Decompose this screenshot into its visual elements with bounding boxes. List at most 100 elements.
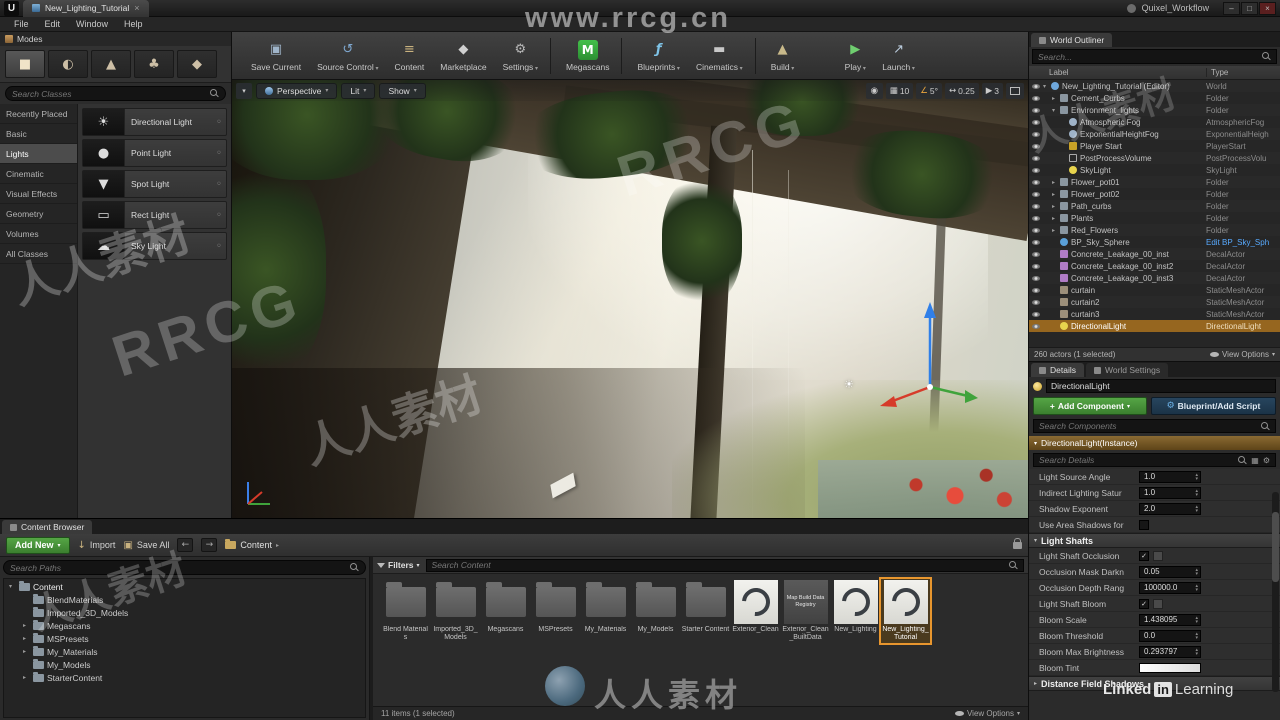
filters-button[interactable]: Filters ▾ [377,560,420,570]
add-new-button[interactable]: Add New ▾ [6,536,70,554]
tab-world-settings[interactable]: World Settings [1085,363,1169,377]
light-actor-item[interactable]: ☀ Directional Light ◦ [82,108,227,136]
landscape-mode-icon[interactable]: ▲ [91,50,131,78]
viewport-options-dropdown[interactable]: ▾ [236,82,252,99]
outliner-row[interactable]: curtain StaticMeshActor [1029,284,1280,296]
column-label[interactable]: Label [1029,68,1206,77]
close-button[interactable]: × [1259,1,1276,15]
search-content-input[interactable] [431,560,1005,570]
light-actor-item[interactable]: ☁ Sky Light ◦ [82,232,227,260]
visibility-eye-icon[interactable] [1029,132,1043,137]
visibility-eye-icon[interactable] [1029,252,1043,257]
grid-snap-toggle[interactable]: ▦ 10 [885,82,914,99]
asset-tile[interactable]: My_Materials [581,579,630,643]
rotation-snap-toggle[interactable]: ∠ 5° [916,82,943,99]
folder-tree-item[interactable]: My_Materials [4,645,365,658]
drag-handle-icon[interactable]: ◦ [212,241,226,252]
numeric-field[interactable]: 0.0 ▴ ▾ [1139,629,1201,642]
geometry-mode-icon[interactable]: ◆ [177,50,217,78]
expand-arrow-icon[interactable] [1052,227,1060,234]
perspective-button[interactable]: Perspective ▾ [256,82,338,99]
numeric-field[interactable]: 1.438095 ▴ ▾ [1139,613,1201,626]
outliner-row[interactable]: Atmospheric Fog AtmosphericFog [1029,116,1280,128]
expand-arrow-icon[interactable] [1052,191,1060,198]
expand-arrow-icon[interactable] [23,648,30,655]
foliage-mode-icon[interactable]: ♣ [134,50,174,78]
outliner-row[interactable]: BP_Sky_Sphere Edit BP_Sky_Sph [1029,236,1280,248]
outliner-row[interactable]: Environment_lights Folder [1029,104,1280,116]
folder-tree-item[interactable]: BlendMaterials [4,593,365,606]
asset-tile[interactable]: New_Lighting [831,579,880,643]
menu-item[interactable]: File [6,17,37,32]
spinner-arrows-icon[interactable]: ▴ ▾ [1195,488,1198,497]
menu-item[interactable]: Help [116,17,151,32]
category-item[interactable]: Lights [0,144,77,164]
section-header-light-shafts[interactable]: ▾ Light Shafts [1029,533,1280,548]
visibility-eye-icon[interactable] [1029,84,1043,89]
visibility-eye-icon[interactable] [1029,228,1043,233]
drag-handle-icon[interactable]: ◦ [212,148,226,159]
folder-tree-item[interactable]: Content [4,580,365,593]
drag-handle-icon[interactable]: ◦ [212,117,226,128]
actor-name-field[interactable] [1046,379,1276,393]
spinner-arrows-icon[interactable]: ▴ ▾ [1195,504,1198,513]
blueprint-add-script-button[interactable]: ⚙ Blueprint/Add Script [1150,397,1276,415]
category-item[interactable]: All Classes [0,244,77,264]
view-mode-button[interactable]: Lit ▾ [341,82,376,99]
numeric-field[interactable]: 1.0 ▴ ▾ [1139,470,1201,483]
visibility-eye-icon[interactable] [1029,144,1043,149]
tab-close-icon[interactable]: × [134,3,139,13]
asset-tile[interactable]: New_Lighting_Tutorial [879,576,932,646]
outliner-row[interactable]: Cement_Curbs Folder [1029,92,1280,104]
light-actor-item[interactable]: ▼ Spot Light ◦ [82,170,227,198]
outliner-row[interactable]: Path_curbs Folder [1029,200,1280,212]
outliner-row[interactable]: New_Lighting_Tutorial (Editor) World [1029,80,1280,92]
maximize-viewport-button[interactable] [1006,82,1024,99]
checkbox[interactable] [1139,550,1149,561]
outliner-view-options[interactable]: View Options ▾ [1209,350,1275,359]
breadcrumb[interactable]: Content ▸ [225,539,279,550]
placement-mode-icon[interactable]: ■ [5,50,45,78]
toolbar-button[interactable]: ƒ Blueprints [630,38,687,74]
minimize-button[interactable]: – [1223,1,1240,15]
maximize-button[interactable]: □ [1241,1,1258,15]
folder-tree-item[interactable]: Megascans [4,619,365,632]
visibility-eye-icon[interactable] [1029,120,1043,125]
viewport-scene[interactable]: ☀ [232,80,1028,518]
visibility-eye-icon[interactable] [1029,108,1043,113]
toolbar-button[interactable]: M Megascans [559,37,623,74]
search-paths-input[interactable] [10,562,346,573]
outliner-row[interactable]: DirectionalLight DirectionalLight [1029,320,1280,332]
folder-tree-item[interactable]: StarterContent [4,671,365,684]
folder-tree-item[interactable]: My_Models [4,658,365,671]
toolbar-button[interactable]: ▶ Play [837,38,873,74]
asset-tile[interactable]: MSPresets [531,579,580,643]
visibility-eye-icon[interactable] [1029,156,1043,161]
toolbar-button[interactable]: ▲ Build [764,38,802,74]
outliner-row[interactable]: Flower_pot02 Folder [1029,188,1280,200]
toolbar-button[interactable]: ▣ Save Current [244,38,308,74]
numeric-field[interactable]: 100000.0 ▴ ▾ [1139,581,1201,594]
asset-tile[interactable]: Map Build Data Registry Exterior_Clean_B… [781,579,830,643]
scale-snap-toggle[interactable]: ↔ 0.25 [945,82,979,99]
toolbar-button[interactable]: ⚙ Settings [496,37,551,74]
toolbar-button[interactable]: ↺ Source Control [310,38,385,74]
visibility-eye-icon[interactable] [1029,300,1043,305]
category-item[interactable]: Basic [0,124,77,144]
expand-arrow-icon[interactable] [23,674,30,681]
spinner-arrows-icon[interactable]: ▴ ▾ [1195,631,1198,640]
outliner-row[interactable]: SkyLight SkyLight [1029,164,1280,176]
asset-tile[interactable]: Exterior_Clean [731,579,780,643]
search-components-input[interactable] [1039,421,1257,431]
menu-item[interactable]: Edit [37,17,69,32]
folder-tree-item[interactable]: MSPresets [4,632,365,645]
expand-arrow-icon[interactable] [1052,179,1060,186]
category-item[interactable]: Geometry [0,204,77,224]
visibility-eye-icon[interactable] [1029,312,1043,317]
light-actor-item[interactable]: ▭ Rect Light ◦ [82,201,227,229]
numeric-field[interactable]: 2.0 ▴ ▾ [1139,502,1201,515]
asset-tile[interactable]: Starter Content [681,579,730,643]
folder-tree-item[interactable]: Imported_3D_Models [4,606,365,619]
numeric-field[interactable]: 1.0 ▴ ▾ [1139,486,1201,499]
component-instance-row[interactable]: ▾ DirectionalLight(Instance) [1029,436,1280,450]
